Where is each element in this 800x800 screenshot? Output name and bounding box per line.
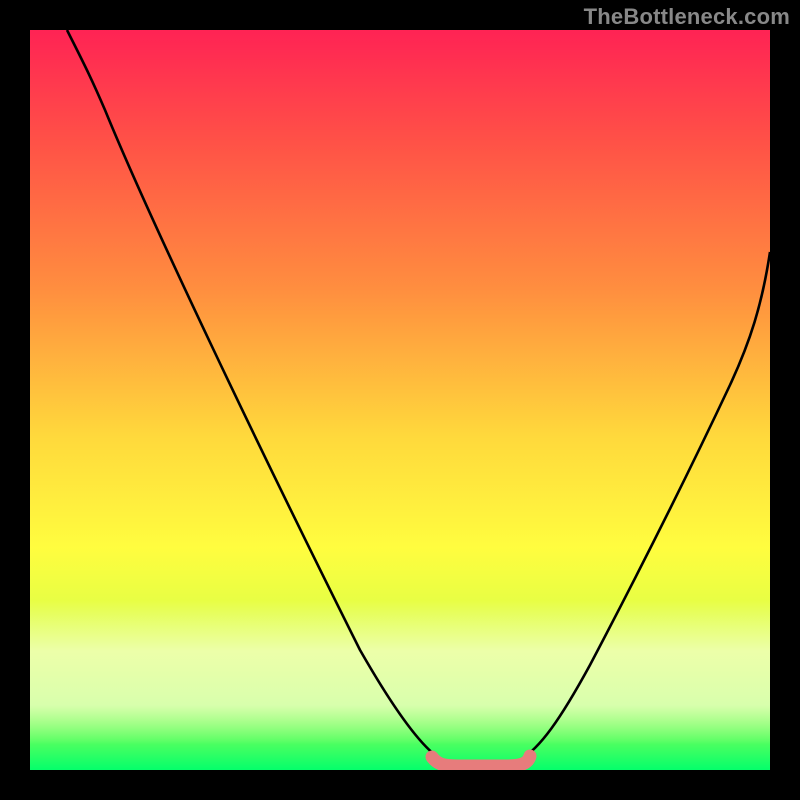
curve-left (67, 30, 442, 760)
curve-right (520, 252, 770, 760)
plot-area (30, 30, 770, 770)
chart-overlay (30, 30, 770, 770)
optimal-marker (432, 756, 530, 766)
chart-frame: TheBottleneck.com (0, 0, 800, 800)
watermark-label: TheBottleneck.com (584, 4, 790, 30)
